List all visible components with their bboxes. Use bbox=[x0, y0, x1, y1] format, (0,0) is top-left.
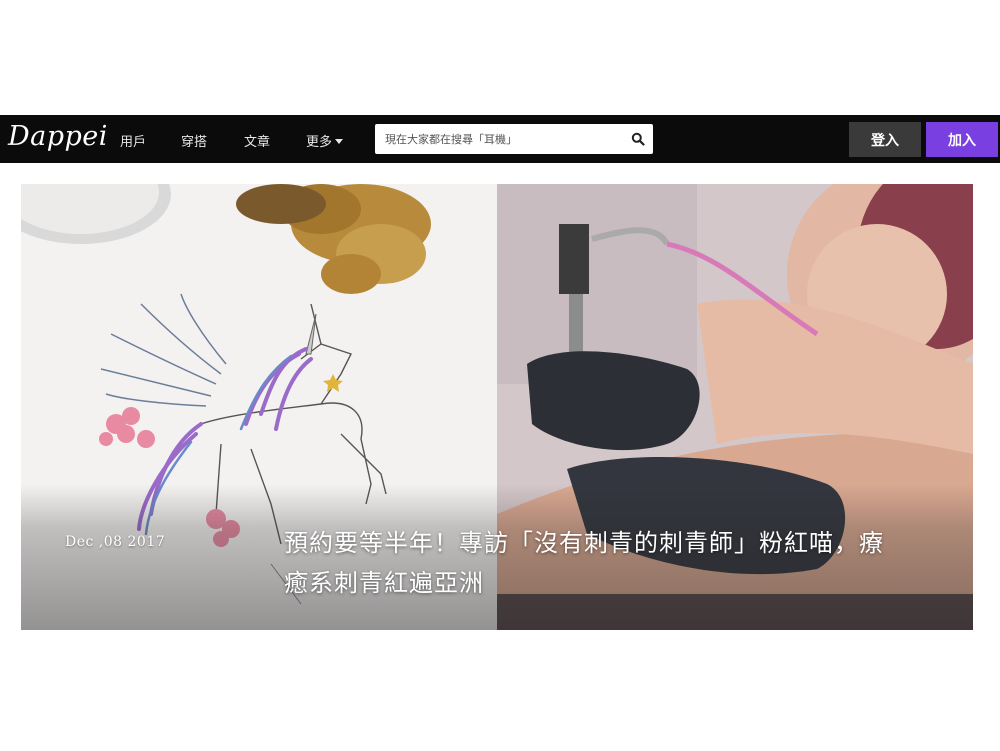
join-button[interactable]: 加入 bbox=[926, 122, 998, 157]
post-title[interactable]: 預約要等半年！專訪「沒有刺青的刺青師」粉紅喵，療癒系刺青紅遍亞洲 bbox=[284, 523, 899, 603]
search-box bbox=[375, 124, 653, 154]
login-button[interactable]: 登入 bbox=[849, 122, 921, 157]
nav-link-more-label: 更多 bbox=[306, 135, 333, 150]
nav-link-more[interactable]: 更多 bbox=[306, 131, 344, 150]
site-logo[interactable]: Dappei bbox=[8, 121, 108, 152]
chevron-down-icon bbox=[335, 139, 344, 144]
top-navbar: Dappei 用戶 穿搭 文章 更多 登入 加入 bbox=[0, 115, 1000, 163]
nav-link-articles[interactable]: 文章 bbox=[244, 131, 270, 150]
featured-article-card[interactable]: Dec ,08 2017 預約要等半年！專訪「沒有刺青的刺青師」粉紅喵，療癒系刺… bbox=[21, 184, 973, 630]
nav-link-users[interactable]: 用戶 bbox=[120, 131, 146, 150]
post-date: Dec ,08 2017 bbox=[65, 534, 166, 550]
search-icon[interactable] bbox=[631, 132, 645, 146]
nav-link-outfits[interactable]: 穿搭 bbox=[181, 131, 207, 150]
search-input[interactable] bbox=[375, 124, 625, 154]
